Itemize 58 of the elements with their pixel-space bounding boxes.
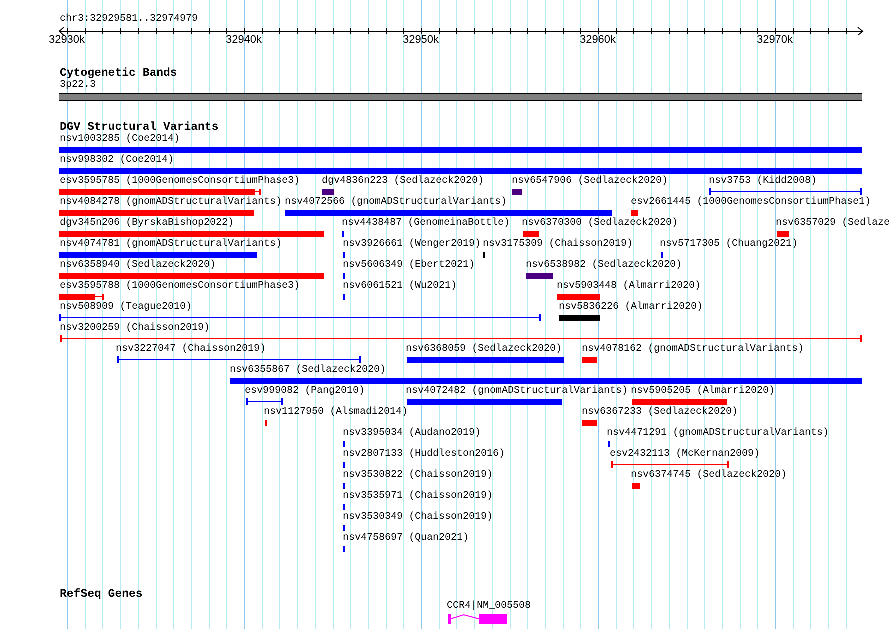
feature-label[interactable]: nsv5717305 (Chuang2021): [660, 239, 798, 251]
band-label: 3p22.3: [60, 80, 96, 92]
feature-label[interactable]: nsv5836226 (Almarri2020): [559, 302, 704, 314]
feature-label[interactable]: nsv1003285 (Coe2014): [60, 134, 180, 146]
feature-tail: [255, 189, 261, 195]
feature-label[interactable]: nsv508909 (Teague2010): [60, 302, 192, 314]
feature-label[interactable]: nsv2807133 (Huddleston2016): [343, 449, 506, 461]
feature-label[interactable]: nsv3926661 (Wenger2019): [343, 239, 482, 251]
feature-label[interactable]: esv2661445 (1000GenomesConsortiumPhase1): [631, 197, 872, 209]
feature-label[interactable]: esv3595788 (1000GenomesConsortiumPhase3): [60, 281, 300, 293]
feature-label[interactable]: esv2432113 (McKernan2009): [610, 449, 760, 461]
feature-label[interactable]: nsv3530822 (Chaisson2019): [343, 470, 494, 482]
feature-label[interactable]: nsv4072482 (gnomADStructuralVariants): [406, 386, 628, 398]
feature-label[interactable]: nsv6358940 (Sedlazeck2020): [60, 260, 216, 272]
feature-label[interactable]: nsv4758697 (Quan2021): [343, 533, 470, 545]
feature-label[interactable]: nsv3395034 (Audano2019): [343, 428, 482, 440]
track-title: DGV Structural Variants: [60, 121, 219, 134]
ruler-tick-label: 32970k: [756, 34, 794, 47]
feature-label[interactable]: esv999082 (Pang2010): [245, 386, 366, 398]
feature-label[interactable]: nsv3753 (Kidd2008): [709, 176, 818, 188]
feature-label[interactable]: nsv6368059 (Sedlazeck2020): [406, 344, 562, 356]
feature-label[interactable]: nsv3227047 (Chaisson2019): [116, 344, 266, 356]
ruler-tick-label: 32930k: [48, 34, 86, 47]
feature-label[interactable]: nsv6370300 (Sedlazeck2020): [522, 218, 678, 230]
gene-label[interactable]: CCR4|NM_005508: [447, 601, 532, 613]
feature-label[interactable]: nsv5606349 (Ebert2021): [343, 260, 476, 272]
feature-label[interactable]: nsv3200259 (Chaisson2019): [60, 323, 210, 335]
ruler-tick-label: 32960k: [580, 34, 616, 47]
track-title: Cytogenetic Bands: [60, 67, 178, 80]
feature-label[interactable]: nsv5903448 (Almarri2020): [557, 281, 702, 293]
ruler-tick-label: 32940k: [226, 34, 262, 47]
feature-label[interactable]: nsv4084278 (gnomADStructuralVariants): [60, 197, 282, 209]
location-label: chr3:32929581..32974979: [60, 14, 198, 26]
feature-label[interactable]: esv3595785 (1000GenomesConsortiumPhase3): [60, 176, 300, 188]
feature-label[interactable]: nsv6355867 (Sedlazeck2020): [230, 365, 386, 377]
feature-label[interactable]: nsv6367233 (Sedlazeck2020): [582, 407, 738, 419]
feature-label[interactable]: nsv6061521 (Wu2021): [343, 281, 458, 293]
feature-label[interactable]: nsv4078162 (gnomADStructuralVariants): [582, 344, 804, 356]
feature-label[interactable]: nsv3175309 (Chaisson2019): [483, 239, 634, 251]
ruler-tick-label: 32950k: [402, 34, 440, 47]
feature-label[interactable]: nsv3530349 (Chaisson2019): [343, 512, 494, 524]
feature-label[interactable]: dgv345n206 (ByrskaBishop2022): [60, 218, 234, 230]
feature-label[interactable]: nsv4471291 (gnomADStructuralVariants): [607, 428, 830, 440]
feature-label[interactable]: nsv998302 (Coe2014): [60, 155, 174, 167]
track-title: RefSeq Genes: [60, 588, 143, 602]
feature-label[interactable]: nsv6357029 (Sedlaze: [776, 218, 890, 230]
feature-tail: [95, 294, 104, 300]
feature-label[interactable]: nsv4072566 (gnomADStructuralVariants): [285, 197, 508, 209]
feature-label[interactable]: nsv6547906 (Sedlazeck2020): [512, 176, 668, 188]
feature-label[interactable]: nsv1127950 (Alsmadi2014): [264, 407, 408, 419]
feature-label[interactable]: nsv6538982 (Sedlazeck2020): [526, 260, 682, 272]
gene-model-drawing: [448, 614, 508, 625]
feature-label[interactable]: nsv3535971 (Chaisson2019): [343, 491, 494, 503]
feature-label[interactable]: nsv4074781 (gnomADStructuralVariants): [60, 239, 282, 251]
feature-label[interactable]: dgv4836n223 (Sedlazeck2020): [322, 176, 484, 188]
feature-label[interactable]: nsv6374745 (Sedlazeck2020): [631, 470, 788, 482]
feature-label[interactable]: nsv4438487 (GenomeinaBottle): [342, 218, 510, 230]
feature-label[interactable]: nsv5905205 (Almarri2020): [631, 386, 776, 398]
